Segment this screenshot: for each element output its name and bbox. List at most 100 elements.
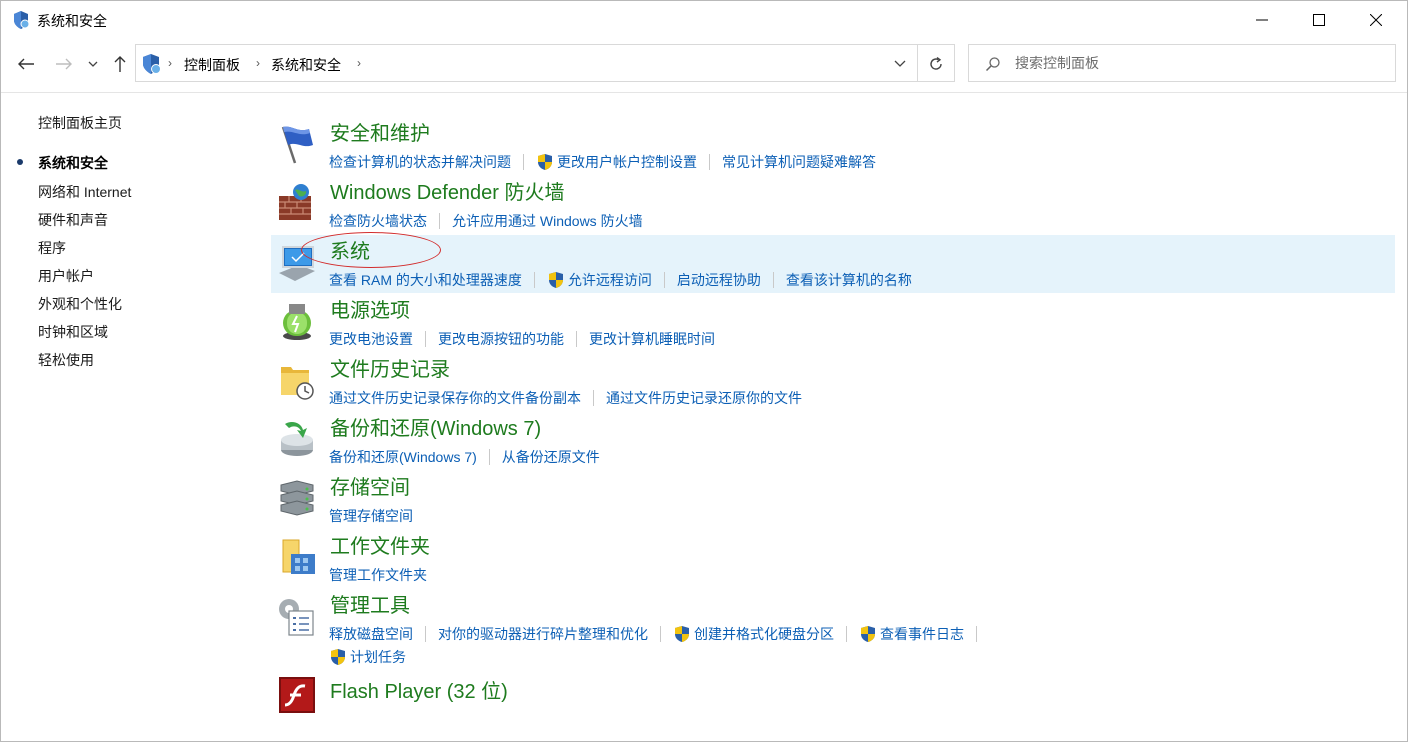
sidebar-item-home[interactable]: 控制面板主页 (38, 113, 122, 133)
category-storage-spaces: 存储空间 管理存储空间 (271, 471, 1395, 527)
close-button[interactable] (1347, 1, 1405, 39)
category-file-history: 文件历史记录 通过文件历史记录保存你的文件备份副本 通过文件历史记录还原你的文件 (271, 353, 1395, 409)
link-restore-from-backup[interactable]: 从备份还原文件 (502, 447, 600, 467)
link-uac-settings[interactable]: 更改用户帐户控制设置 (536, 152, 697, 172)
link-manage-storage[interactable]: 管理存储空间 (329, 506, 413, 526)
storage-icon (280, 480, 314, 516)
uac-shield-icon (331, 649, 345, 665)
link-remote-assistance[interactable]: 启动远程协助 (677, 270, 761, 290)
link-troubleshoot[interactable]: 常见计算机问题疑难解答 (722, 152, 876, 172)
link-separator (523, 154, 524, 170)
link-battery-settings[interactable]: 更改电池设置 (329, 329, 413, 349)
work-folder-icon (282, 539, 315, 574)
link-event-log-label[interactable]: 查看事件日志 (880, 624, 964, 644)
link-disk-cleanup[interactable]: 释放磁盘空间 (329, 624, 413, 644)
category-title[interactable]: 存储空间 (330, 471, 410, 500)
link-computer-name[interactable]: 查看该计算机的名称 (786, 270, 912, 290)
arrow-up-icon (114, 56, 126, 72)
sidebar-item-network[interactable]: 网络和 Internet (38, 182, 131, 202)
link-sleep-time[interactable]: 更改计算机睡眠时间 (589, 329, 715, 349)
sidebar-item-appearance[interactable]: 外观和个性化 (38, 294, 122, 314)
uac-shield-icon (548, 272, 563, 288)
category-links: 通过文件历史记录保存你的文件备份副本 通过文件历史记录还原你的文件 (329, 388, 802, 408)
link-manage-work-folders[interactable]: 管理工作文件夹 (329, 565, 427, 585)
category-title[interactable]: 管理工具 (330, 589, 410, 618)
backup-icon (281, 422, 313, 456)
link-remote-access[interactable]: 允许远程访问 (547, 270, 652, 290)
category-title[interactable]: 工作文件夹 (330, 530, 430, 559)
toolbar-divider (1, 92, 1407, 93)
link-check-status[interactable]: 检查计算机的状态并解决问题 (329, 152, 511, 172)
breadcrumb-separator-icon[interactable]: › (357, 56, 361, 70)
breadcrumb-separator-icon[interactable]: › (256, 56, 260, 70)
link-partition-label[interactable]: 创建并格式化硬盘分区 (694, 624, 834, 644)
sidebar-item-ease-of-access[interactable]: 轻松使用 (38, 350, 94, 370)
link-separator (425, 626, 426, 642)
breadcrumb-system-security[interactable]: 系统和安全 (271, 55, 341, 75)
link-task-scheduler[interactable]: 计划任务 (329, 647, 406, 667)
category-links: 管理存储空间 (329, 506, 413, 526)
link-separator (425, 331, 426, 347)
category-title[interactable]: 备份和还原(Windows 7) (330, 412, 541, 441)
sidebar-item-user-accounts[interactable]: 用户帐户 (38, 266, 94, 286)
link-separator (576, 331, 577, 347)
breadcrumb-control-panel[interactable]: 控制面板 (184, 55, 240, 75)
category-title[interactable]: Flash Player (32 位) (330, 675, 508, 704)
chevron-down-icon (894, 60, 906, 67)
category-title[interactable]: 电源选项 (330, 294, 410, 323)
link-defragment[interactable]: 对你的驱动器进行碎片整理和优化 (438, 624, 648, 644)
link-power-button[interactable]: 更改电源按钮的功能 (438, 329, 564, 349)
link-partition[interactable]: 创建并格式化硬盘分区 (673, 624, 834, 644)
up-button[interactable] (107, 51, 133, 77)
control-panel-window: 系统和安全 › 控制面板 › 系统和安全 › 搜索控制面板 控制面板主页 系统和… (0, 0, 1408, 742)
link-uac-settings-label[interactable]: 更改用户帐户控制设置 (557, 152, 697, 172)
minimize-button[interactable] (1233, 1, 1291, 39)
link-ram-cpu[interactable]: 查看 RAM 的大小和处理器速度 (329, 270, 522, 290)
link-separator (976, 626, 977, 642)
link-backup-files[interactable]: 通过文件历史记录保存你的文件备份副本 (329, 388, 581, 408)
category-backup-restore: 备份和还原(Windows 7) 备份和还原(Windows 7) 从备份还原文… (271, 412, 1395, 468)
breadcrumb-separator-icon[interactable]: › (168, 56, 172, 70)
link-allow-app[interactable]: 允许应用通过 Windows 防火墙 (452, 211, 643, 231)
category-links: 备份和还原(Windows 7) 从备份还原文件 (329, 447, 600, 467)
category-firewall: Windows Defender 防火墙 检查防火墙状态 允许应用通过 Wind… (271, 176, 1395, 232)
security-shield-icon (14, 11, 30, 29)
sidebar-item-clock-region[interactable]: 时钟和区域 (38, 322, 108, 342)
address-dropdown-button[interactable] (888, 53, 912, 75)
category-links: 更改电池设置 更改电源按钮的功能 更改计算机睡眠时间 (329, 329, 715, 349)
title-bar: 系统和安全 (1, 1, 1407, 39)
sidebar-item-system-security[interactable]: 系统和安全 (38, 153, 108, 173)
search-input[interactable] (1015, 53, 1385, 73)
recent-locations-button[interactable] (83, 51, 103, 77)
link-firewall-status[interactable]: 检查防火墙状态 (329, 211, 427, 231)
link-separator (663, 272, 665, 288)
category-links: 检查防火墙状态 允许应用通过 Windows 防火墙 (329, 211, 643, 231)
sidebar-item-programs[interactable]: 程序 (38, 238, 66, 258)
back-button[interactable] (13, 51, 39, 77)
category-title[interactable]: 安全和维护 (330, 117, 430, 146)
category-links: 管理工作文件夹 (329, 565, 427, 585)
refresh-button[interactable] (922, 51, 950, 77)
link-separator (660, 626, 661, 642)
link-restore-files[interactable]: 通过文件历史记录还原你的文件 (606, 388, 802, 408)
category-title[interactable]: 文件历史记录 (330, 353, 450, 382)
sidebar-item-hardware-sound[interactable]: 硬件和声音 (38, 210, 108, 230)
link-separator (439, 213, 440, 229)
link-event-log[interactable]: 查看事件日志 (859, 624, 964, 644)
file-history-icon (281, 367, 314, 400)
address-bar[interactable]: › 控制面板 › 系统和安全 › (135, 44, 955, 82)
firewall-icon (279, 184, 311, 220)
address-divider (917, 45, 918, 81)
link-separator (846, 626, 847, 642)
link-task-scheduler-label[interactable]: 计划任务 (350, 647, 406, 667)
link-separator (488, 449, 490, 465)
link-backup-restore-win7[interactable]: 备份和还原(Windows 7) (329, 447, 477, 467)
category-title[interactable]: Windows Defender 防火墙 (330, 176, 565, 205)
link-remote-access-label[interactable]: 允许远程访问 (568, 270, 652, 290)
category-work-folders: 工作文件夹 管理工作文件夹 (271, 530, 1395, 586)
maximize-button[interactable] (1290, 1, 1348, 39)
forward-button[interactable] (51, 51, 77, 77)
chevron-down-icon (88, 61, 98, 67)
search-box[interactable] (968, 44, 1396, 82)
category-links: 释放磁盘空间 对你的驱动器进行碎片整理和优化 创建并格式化硬盘分区 查看事件日志 (329, 624, 989, 644)
